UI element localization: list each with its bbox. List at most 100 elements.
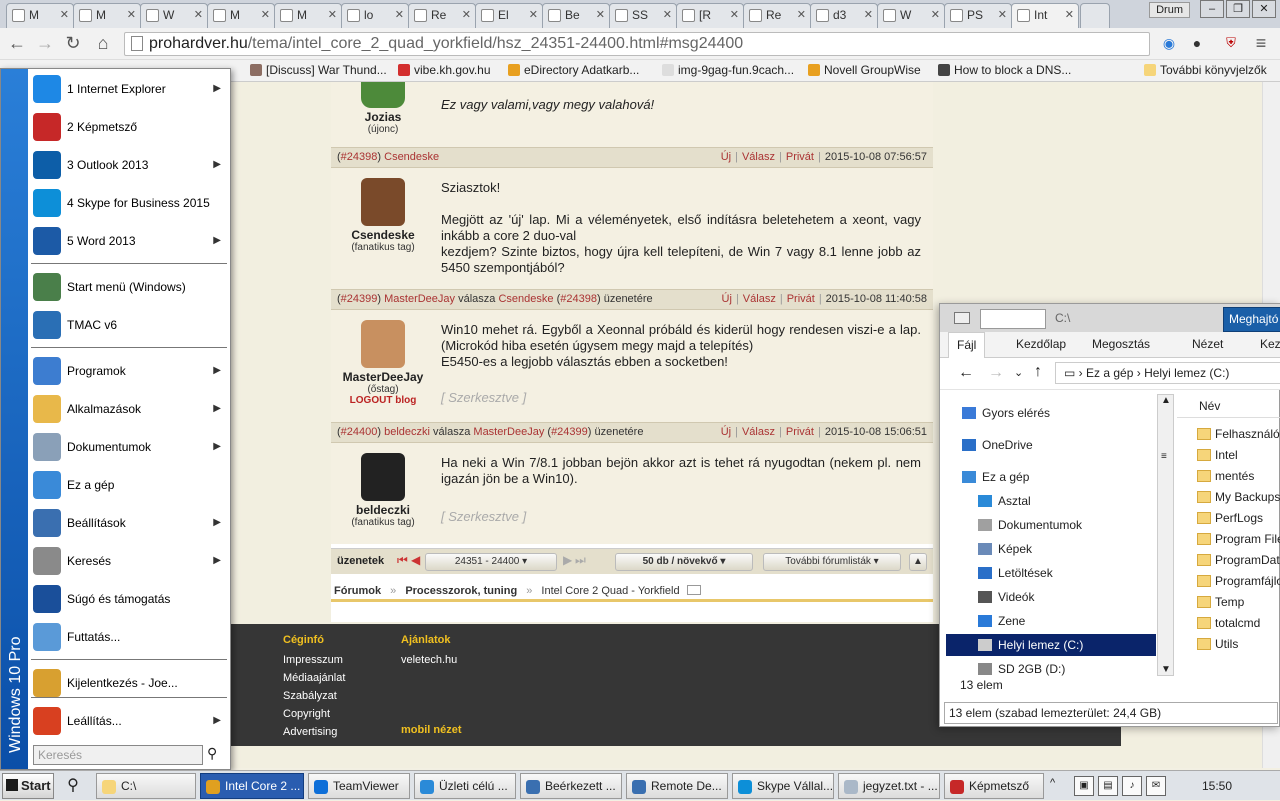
start-menu-item[interactable]: Súgó és támogatás bbox=[29, 581, 229, 617]
post-number-link[interactable]: #24398 bbox=[341, 151, 378, 163]
avatar[interactable] bbox=[361, 453, 405, 501]
column-header-name[interactable]: Név bbox=[1177, 394, 1280, 418]
close-icon[interactable]: ✕ bbox=[194, 8, 203, 21]
recent-locations-icon[interactable]: ⌄ bbox=[1014, 366, 1023, 379]
file-row[interactable]: Programfájlok bbox=[1177, 571, 1280, 592]
address-bar[interactable]: prohardver.hu/tema/intel_core_2_quad_yor… bbox=[124, 32, 1150, 56]
reply-to-link[interactable]: MasterDeeJay bbox=[473, 426, 544, 438]
edited-marker[interactable]: [ Szerkesztve ] bbox=[441, 390, 526, 405]
browser-tab[interactable]: [R ✕ bbox=[676, 3, 744, 28]
start-menu-item[interactable]: Keresés ▶ bbox=[29, 543, 229, 579]
manage-drive-tab[interactable]: Meghajtó bbox=[1223, 307, 1280, 332]
tray-expand-icon[interactable]: ^ bbox=[1050, 777, 1055, 789]
browser-tab[interactable]: Be ✕ bbox=[542, 3, 610, 28]
minimize-icon[interactable]: – bbox=[1200, 0, 1224, 18]
nav-item[interactable]: Gyors elérés bbox=[946, 402, 1156, 424]
nav-item[interactable]: Képek bbox=[946, 538, 1156, 560]
start-search-input[interactable]: Keresés bbox=[33, 745, 203, 765]
search-icon[interactable]: ⚲ bbox=[60, 775, 86, 797]
close-icon[interactable]: ✕ bbox=[60, 8, 69, 21]
close-icon[interactable]: ✕ bbox=[529, 8, 538, 21]
breadcrumb-root[interactable]: Fórumok bbox=[334, 585, 381, 597]
profile-button[interactable]: Drum bbox=[1149, 2, 1190, 18]
close-icon[interactable]: ✕ bbox=[663, 8, 672, 21]
reply-number-link[interactable]: #24399 bbox=[551, 426, 588, 438]
start-menu-item[interactable]: Kijelentkezés - Joe... bbox=[29, 665, 229, 701]
browser-tab[interactable]: lo ✕ bbox=[341, 3, 409, 28]
next-page-icon[interactable]: ▶ bbox=[563, 553, 572, 567]
ribbon-tab[interactable]: Nézet bbox=[1184, 332, 1231, 358]
browser-tab[interactable]: Int ✕ bbox=[1011, 3, 1079, 28]
new-post-link[interactable]: Új bbox=[722, 293, 732, 305]
start-menu-item[interactable]: Leállítás... ▶ bbox=[29, 703, 229, 739]
taskbar-item[interactable]: C:\ bbox=[96, 773, 196, 799]
footer-link[interactable]: Copyright bbox=[283, 708, 330, 720]
username[interactable]: MasterDeeJay bbox=[331, 370, 435, 384]
file-row[interactable]: My Backups bbox=[1177, 487, 1280, 508]
start-menu-item[interactable]: Beállítások ▶ bbox=[29, 505, 229, 541]
reload-icon[interactable]: ↻ bbox=[62, 33, 84, 55]
bookmark-item[interactable]: [Discuss] War Thund... bbox=[250, 63, 387, 77]
taskbar-item[interactable]: Intel Core 2 ... bbox=[200, 773, 304, 799]
avatar[interactable] bbox=[361, 320, 405, 368]
scroll-down-icon[interactable]: ▼ bbox=[1161, 664, 1171, 675]
browser-tab[interactable]: Re ✕ bbox=[743, 3, 811, 28]
footer-link[interactable]: Médiaajánlat bbox=[283, 672, 345, 684]
file-row[interactable]: PerfLogs bbox=[1177, 508, 1280, 529]
taskbar-item[interactable]: TeamViewer bbox=[308, 773, 410, 799]
username[interactable]: Jozias bbox=[331, 110, 435, 124]
breadcrumb-topic[interactable]: Intel Core 2 Quad - Yorkfield bbox=[541, 585, 679, 597]
ribbon-tab[interactable]: Fájl bbox=[948, 332, 986, 358]
browser-tab[interactable]: M ✕ bbox=[274, 3, 342, 28]
nav-item[interactable]: Videók bbox=[946, 586, 1156, 608]
bookmark-item[interactable]: Novell GroupWise bbox=[808, 63, 921, 77]
browser-tab[interactable]: W ✕ bbox=[140, 3, 208, 28]
new-post-link[interactable]: Új bbox=[721, 426, 731, 438]
nav-item[interactable]: Letöltések bbox=[946, 562, 1156, 584]
reply-link[interactable]: Válasz bbox=[743, 293, 776, 305]
browser-tab[interactable]: d3 ✕ bbox=[810, 3, 878, 28]
browser-tab[interactable]: Re ✕ bbox=[408, 3, 476, 28]
volume-icon[interactable]: ♪ bbox=[1122, 776, 1142, 796]
nav-item[interactable]: Zene bbox=[946, 610, 1156, 632]
page-range-select[interactable]: 24351 - 24400 ▾ bbox=[425, 553, 557, 571]
reply-number-link[interactable]: #24398 bbox=[560, 293, 597, 305]
avatar[interactable] bbox=[361, 178, 405, 226]
ublock-icon[interactable]: ⛨ bbox=[1220, 33, 1242, 55]
explorer-address-bar[interactable]: ▭ › Ez a gép › Helyi lemez (C:) bbox=[1055, 362, 1280, 384]
scroll-thumb[interactable]: ≡ bbox=[1161, 451, 1167, 462]
start-menu-item[interactable]: 2 Képmetsző bbox=[29, 109, 229, 145]
taskbar-item[interactable]: Képmetsző bbox=[944, 773, 1044, 799]
close-icon[interactable]: ✕ bbox=[462, 8, 471, 21]
menu-icon[interactable]: ≡ bbox=[1250, 33, 1272, 55]
start-menu-item[interactable]: TMAC v6 bbox=[29, 307, 229, 343]
edited-marker[interactable]: [ Szerkesztve ] bbox=[441, 509, 526, 524]
ribbon-tab[interactable]: Kezdőlap bbox=[1008, 332, 1074, 358]
file-row[interactable]: Program Files bbox=[1177, 529, 1280, 550]
footer-link[interactable]: Szabályzat bbox=[283, 690, 337, 702]
tray-icon[interactable]: ▤ bbox=[1098, 776, 1118, 796]
private-message-link[interactable]: Privát bbox=[786, 426, 814, 438]
taskbar-item[interactable]: Üzleti célú ... bbox=[414, 773, 516, 799]
mobile-view-link[interactable]: mobil nézet bbox=[401, 724, 462, 736]
browser-tab[interactable]: M ✕ bbox=[73, 3, 141, 28]
ribbon-tab[interactable]: Megosztás bbox=[1084, 332, 1158, 358]
reply-link[interactable]: Válasz bbox=[742, 151, 775, 163]
taskbar-item[interactable]: Skype Vállal... bbox=[732, 773, 834, 799]
close-icon[interactable]: ✕ bbox=[998, 8, 1007, 21]
quick-access-toolbar[interactable] bbox=[980, 309, 1046, 329]
browser-tab[interactable]: SS ✕ bbox=[609, 3, 677, 28]
close-icon[interactable]: ✕ bbox=[797, 8, 806, 21]
back-icon[interactable]: ← bbox=[6, 33, 28, 55]
username[interactable]: beldeczki bbox=[331, 503, 435, 517]
username[interactable]: Csendeske bbox=[331, 228, 435, 242]
back-icon[interactable]: ← bbox=[958, 364, 974, 382]
nav-pane-scrollbar[interactable]: ▲ ≡ ▼ bbox=[1157, 394, 1174, 676]
prev-page-icon[interactable]: ◀ bbox=[411, 553, 420, 567]
per-page-select[interactable]: 50 db / növekvő ▾ bbox=[615, 553, 753, 571]
last-page-icon[interactable]: ⏭ bbox=[575, 553, 586, 568]
file-row[interactable]: totalcmd bbox=[1177, 613, 1280, 634]
ribbon-tab[interactable]: Keze bbox=[1252, 332, 1280, 358]
start-menu-item[interactable]: Futtatás... bbox=[29, 619, 229, 655]
nav-item[interactable]: OneDrive bbox=[946, 434, 1156, 456]
